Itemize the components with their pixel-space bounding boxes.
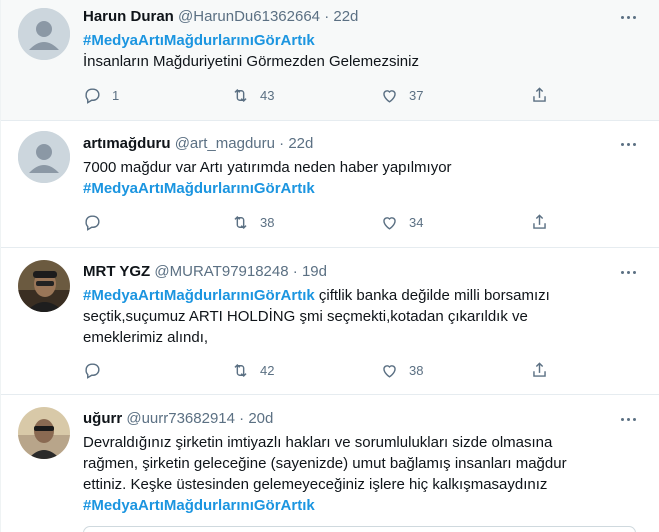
reply-icon (85, 362, 100, 379)
separator: · (239, 410, 245, 427)
tweet-header: MRT YGZ @MURAT97918248 · 19d (83, 262, 327, 282)
share-icon (533, 86, 546, 102)
more-icon[interactable] (618, 134, 638, 154)
hashtag-link[interactable]: #MedyaArtıMağdurlarınıGörArtık (83, 32, 315, 49)
reply-count: 1 (112, 87, 120, 103)
embedded-card-edge[interactable] (83, 526, 636, 532)
tweet-header: artımağduru @art_magduru · 22d (83, 134, 313, 154)
like-count: 37 (409, 87, 424, 103)
display-name[interactable]: artımağduru (83, 135, 171, 152)
more-icon[interactable] (618, 262, 638, 282)
reply-button[interactable] (83, 359, 112, 381)
tweet-text-line: ettiniz. Keşke üstesinden gelemeyeceğini… (83, 476, 548, 493)
avatar[interactable] (18, 131, 70, 183)
tweet-text-inline: çiftlik banka değilde milli borsamızı (314, 287, 550, 304)
reply-icon (85, 214, 100, 231)
reply-button[interactable] (83, 211, 112, 233)
tweet-text-line: Devraldığınız şirketin imtiyazlı hakları… (83, 434, 553, 451)
tweet-item[interactable]: uğurr @uurr73682914 · 20d Devraldığınız … (1, 395, 659, 532)
like-count: 38 (409, 362, 424, 378)
tweet-text-line: seçtik,suçumuz ARTI HOLDİNG şmi seçmekti… (83, 308, 528, 325)
timestamp[interactable]: 19d (302, 263, 327, 280)
tweet-item[interactable]: artımağduru @art_magduru · 22d 7000 mağd… (1, 121, 659, 248)
timestamp[interactable]: 20d (248, 410, 273, 427)
hashtag-link[interactable]: #MedyaArtıMağdurlarınıGörArtık (83, 287, 315, 304)
retweet-icon (234, 363, 247, 377)
tweet-header: Harun Duran @HarunDu61362664 · 22d (83, 7, 358, 27)
default-avatar-icon (18, 8, 70, 60)
heart-icon (383, 216, 396, 230)
separator: · (324, 8, 330, 25)
tweet-text-line: 7000 mağdur var Artı yatırımda neden hab… (83, 159, 452, 176)
tweet-text: #MedyaArtıMağdurlarınıGörArtık İnsanları… (83, 30, 573, 72)
more-icon[interactable] (618, 409, 638, 429)
like-button[interactable]: 34 (380, 211, 423, 233)
user-handle[interactable]: @MURAT97918248 (154, 263, 288, 280)
share-button[interactable] (530, 84, 549, 106)
user-photo-avatar (18, 407, 70, 459)
retweet-button[interactable]: 43 (231, 84, 274, 106)
tweet-feed: Harun Duran @HarunDu61362664 · 22d #Medy… (0, 0, 659, 532)
default-avatar-icon (18, 131, 70, 183)
heart-icon (383, 89, 396, 103)
share-button[interactable] (530, 211, 549, 233)
display-name[interactable]: MRT YGZ (83, 263, 150, 280)
retweet-button[interactable]: 42 (231, 359, 274, 381)
user-handle[interactable]: @art_magduru (175, 135, 275, 152)
share-icon (533, 213, 546, 229)
timestamp[interactable]: 22d (288, 135, 313, 152)
like-button[interactable]: 38 (380, 359, 423, 381)
tweet-text: 7000 mağdur var Artı yatırımda neden hab… (83, 157, 573, 199)
retweet-button[interactable]: 38 (231, 211, 274, 233)
hashtag-link[interactable]: #MedyaArtıMağdurlarınıGörArtık (83, 180, 315, 197)
display-name[interactable]: Harun Duran (83, 8, 174, 25)
tweet-item[interactable]: Harun Duran @HarunDu61362664 · 22d #Medy… (1, 0, 659, 121)
tweet-text-line: rağmen, şirketin geleceğine (sayenizde) … (83, 455, 567, 472)
hashtag-link[interactable]: #MedyaArtıMağdurlarınıGörArtık (83, 497, 315, 514)
tweet-text-line: İnsanların Mağduriyetini Görmezden Gelem… (83, 53, 419, 70)
retweet-count: 38 (260, 214, 275, 230)
user-handle[interactable]: @HarunDu61362664 (178, 8, 320, 25)
retweet-icon (234, 88, 247, 102)
separator: · (279, 135, 285, 152)
heart-icon (383, 364, 396, 378)
avatar[interactable] (18, 407, 70, 459)
reply-button[interactable]: 1 (83, 84, 119, 106)
retweet-count: 43 (260, 87, 275, 103)
user-photo-avatar (18, 260, 70, 312)
timestamp[interactable]: 22d (333, 8, 358, 25)
share-icon (533, 361, 546, 377)
separator: · (292, 263, 298, 280)
avatar[interactable] (18, 260, 70, 312)
share-button[interactable] (530, 359, 549, 381)
avatar[interactable] (18, 8, 70, 60)
like-count: 34 (409, 214, 424, 230)
tweet-text: #MedyaArtıMağdurlarınıGörArtık çiftlik b… (83, 285, 583, 348)
retweet-icon (234, 215, 247, 229)
tweet-item[interactable]: MRT YGZ @MURAT97918248 · 19d #MedyaArtıM… (1, 248, 659, 395)
tweet-text: Devraldığınız şirketin imtiyazlı hakları… (83, 432, 603, 516)
display-name[interactable]: uğurr (83, 410, 122, 427)
retweet-count: 42 (260, 362, 275, 378)
tweet-header: uğurr @uurr73682914 · 20d (83, 409, 273, 429)
like-button[interactable]: 37 (380, 84, 423, 106)
reply-icon (85, 87, 100, 104)
more-icon[interactable] (618, 7, 638, 27)
user-handle[interactable]: @uurr73682914 (126, 410, 235, 427)
tweet-text-line: emeklerimiz alındı, (83, 329, 209, 346)
